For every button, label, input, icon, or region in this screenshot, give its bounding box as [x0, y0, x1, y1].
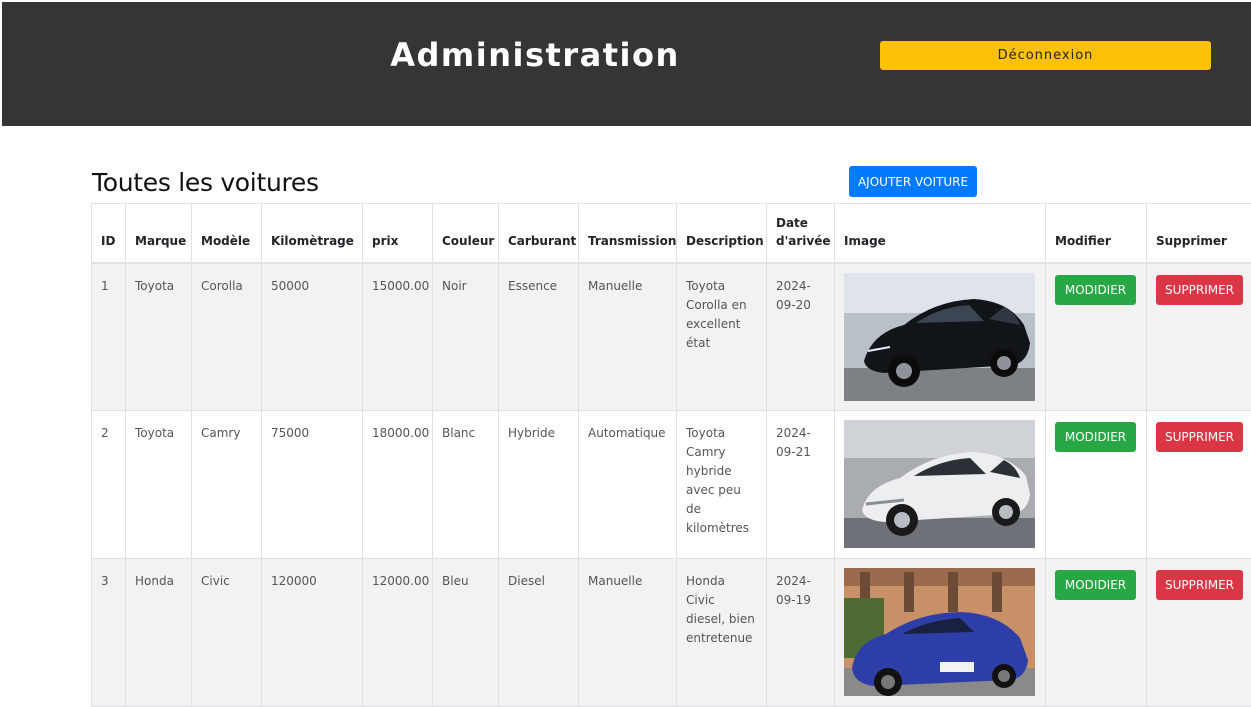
cell-supprimer: SUPPRIMER	[1147, 559, 1251, 707]
cell-prix: 18000.00	[363, 411, 433, 559]
delete-button[interactable]: SUPPRIMER	[1156, 422, 1243, 452]
cell-modifier: MODIDIER	[1046, 559, 1147, 707]
cell-supprimer: SUPPRIMER	[1147, 411, 1251, 559]
table-row: 3 Honda Civic 120000 12000.00 Bleu Diese…	[92, 559, 1251, 707]
cell-couleur: Bleu	[433, 559, 499, 707]
car-photo-black-corolla	[844, 273, 1035, 401]
col-header-description: Description	[677, 204, 767, 263]
cell-image	[835, 263, 1046, 411]
col-header-kilometrage: Kilomètrage	[262, 204, 363, 263]
cell-image	[835, 559, 1046, 707]
cell-prix: 12000.00	[363, 559, 433, 707]
cell-kilometrage: 50000	[262, 263, 363, 411]
cell-marque: Toyota	[126, 263, 192, 411]
col-header-image: Image	[835, 204, 1046, 263]
cell-couleur: Noir	[433, 263, 499, 411]
col-header-modifier: Modifier	[1046, 204, 1147, 263]
cell-transmission: Automatique	[579, 411, 677, 559]
col-header-marque: Marque	[126, 204, 192, 263]
cell-transmission: Manuelle	[579, 263, 677, 411]
modify-button[interactable]: MODIDIER	[1055, 570, 1136, 600]
col-header-carburant: Carburant	[499, 204, 579, 263]
col-header-date: Date d'arivée	[767, 204, 835, 263]
cell-prix: 15000.00	[363, 263, 433, 411]
car-photo-white-camry	[844, 420, 1035, 548]
cell-id: 2	[92, 411, 126, 559]
cell-carburant: Hybride	[499, 411, 579, 559]
page-title: Toutes les voitures	[92, 168, 319, 197]
cell-description: Honda Civic diesel, bien entretenue	[677, 559, 767, 707]
modify-button[interactable]: MODIDIER	[1055, 422, 1136, 452]
cell-description: Toyota Corolla en excellent état	[677, 263, 767, 411]
delete-button[interactable]: SUPPRIMER	[1156, 275, 1243, 305]
table-row: 1 Toyota Corolla 50000 15000.00 Noir Ess…	[92, 263, 1251, 411]
cell-transmission: Manuelle	[579, 559, 677, 707]
cell-kilometrage: 75000	[262, 411, 363, 559]
cell-marque: Toyota	[126, 411, 192, 559]
cell-modifier: MODIDIER	[1046, 263, 1147, 411]
table-row: 2 Toyota Camry 75000 18000.00 Blanc Hybr…	[92, 411, 1251, 559]
cell-date: 2024-09-20	[767, 263, 835, 411]
add-car-button[interactable]: AJOUTER VOITURE	[849, 166, 977, 197]
col-header-transmission: Transmission	[579, 204, 677, 263]
cell-supprimer: SUPPRIMER	[1147, 263, 1251, 411]
cell-date: 2024-09-19	[767, 559, 835, 707]
cell-kilometrage: 120000	[262, 559, 363, 707]
admin-header: Administration Déconnexion	[2, 2, 1251, 126]
cell-couleur: Blanc	[433, 411, 499, 559]
cell-description: Toyota Camry hybride avec peu de kilomèt…	[677, 411, 767, 559]
cell-carburant: Diesel	[499, 559, 579, 707]
delete-button[interactable]: SUPPRIMER	[1156, 570, 1243, 600]
col-header-modele: Modèle	[192, 204, 262, 263]
cell-modele: Civic	[192, 559, 262, 707]
cell-id: 1	[92, 263, 126, 411]
col-header-id: ID	[92, 204, 126, 263]
cell-image	[835, 411, 1046, 559]
cell-id: 3	[92, 559, 126, 707]
col-header-supprimer: Supprimer	[1147, 204, 1251, 263]
table-header-row: ID Marque Modèle Kilomètrage prix Couleu…	[92, 204, 1251, 263]
cell-carburant: Essence	[499, 263, 579, 411]
modify-button[interactable]: MODIDIER	[1055, 275, 1136, 305]
cell-modele: Camry	[192, 411, 262, 559]
col-header-prix: prix	[363, 204, 433, 263]
cell-modele: Corolla	[192, 263, 262, 411]
cars-table: ID Marque Modèle Kilomètrage prix Couleu…	[91, 203, 1251, 707]
cell-marque: Honda	[126, 559, 192, 707]
cell-modifier: MODIDIER	[1046, 411, 1147, 559]
car-photo-blue-civic	[844, 568, 1035, 696]
logout-button[interactable]: Déconnexion	[880, 41, 1211, 70]
col-header-couleur: Couleur	[433, 204, 499, 263]
cell-date: 2024-09-21	[767, 411, 835, 559]
